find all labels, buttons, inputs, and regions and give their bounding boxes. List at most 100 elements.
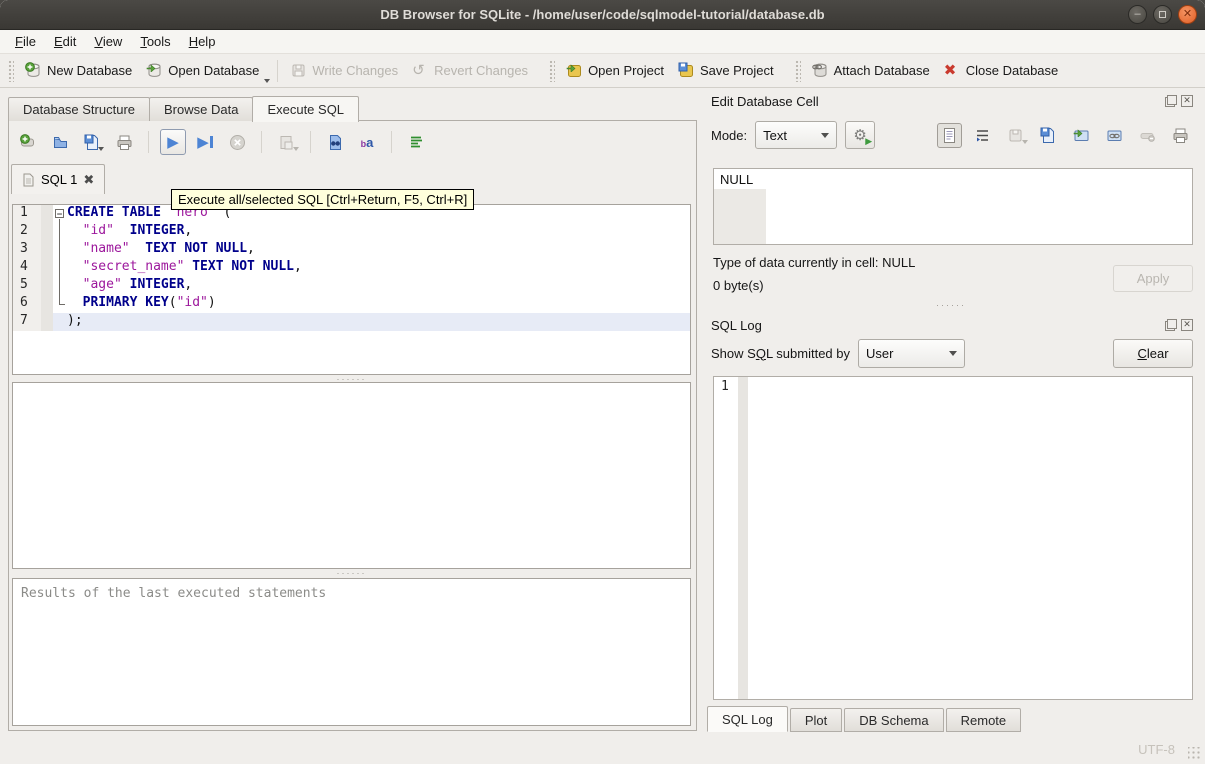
attach-database-label: Attach Database: [833, 63, 930, 78]
main-toolbar: New Database Open Database Write Changes…: [0, 54, 1205, 88]
code-line[interactable]: 2 "id" INTEGER,: [13, 223, 690, 241]
save-project-button[interactable]: Save Project: [671, 58, 781, 83]
sql-1-tab[interactable]: SQL 1 ✖: [11, 164, 106, 194]
save-results-button[interactable]: [273, 129, 299, 155]
open-database-button[interactable]: Open Database: [139, 58, 266, 83]
revert-changes-button[interactable]: ↺ Revert Changes: [405, 58, 535, 83]
attach-database-icon: [811, 62, 829, 79]
window-title: DB Browser for SQLite - /home/user/code/…: [380, 7, 825, 22]
find-replace-button[interactable]: ba: [354, 129, 380, 155]
dock-close-icon[interactable]: ✕: [1181, 319, 1193, 331]
results-message-pane[interactable]: Results of the last executed statements: [12, 578, 691, 726]
mode-apply-button[interactable]: ⚙ ▶: [845, 121, 876, 149]
stop-icon: [229, 134, 246, 151]
save-project-label: Save Project: [699, 63, 774, 78]
menu-edit[interactable]: Edit: [45, 32, 85, 51]
print-cell-button[interactable]: [1168, 123, 1193, 148]
resize-grip-icon[interactable]: [1188, 747, 1201, 760]
dock-tab-remote[interactable]: Remote: [945, 708, 1022, 732]
maximize-button[interactable]: [1153, 5, 1172, 24]
mode-select[interactable]: Text: [755, 121, 838, 149]
write-changes-button[interactable]: Write Changes: [283, 58, 405, 83]
code-line[interactable]: 7);: [13, 313, 690, 331]
cell-value-editor[interactable]: NULL: [713, 168, 1193, 245]
close-button[interactable]: ✕: [1178, 5, 1197, 24]
splitter-handle-icon: ······: [336, 568, 367, 578]
print-icon: [116, 134, 133, 151]
sql-code-editor[interactable]: 1– CREATE TABLE "hero" (2 "id" INTEGER, 3 …: [12, 204, 691, 375]
link-cell-button[interactable]: [1102, 123, 1127, 148]
dock-tab-sql-log[interactable]: SQL Log: [707, 706, 788, 732]
open-project-button[interactable]: Open Project: [559, 58, 671, 83]
close-tab-icon[interactable]: ✖: [83, 172, 94, 188]
encoding-indicator[interactable]: UTF-8: [1138, 742, 1175, 757]
import-cell-button[interactable]: [1003, 123, 1028, 148]
menu-tools[interactable]: Tools: [131, 32, 179, 51]
new-database-label: New Database: [47, 63, 133, 78]
minimize-button[interactable]: –: [1128, 5, 1147, 24]
tab-execute-sql[interactable]: Execute SQL: [252, 96, 360, 122]
log-line-number: 1: [721, 379, 729, 394]
code-line[interactable]: 5 "age" INTEGER,: [13, 277, 690, 295]
apply-button[interactable]: Apply: [1113, 265, 1193, 292]
cell-value: NULL: [720, 172, 754, 187]
close-database-button[interactable]: ✖ Close Database: [937, 58, 1066, 83]
execute-line-button[interactable]: ▶: [192, 129, 218, 155]
open-sql-file-button[interactable]: [47, 129, 73, 155]
sql-log-view[interactable]: 1: [713, 376, 1193, 700]
save-project-icon: [678, 62, 695, 79]
attach-database-button[interactable]: Attach Database: [805, 58, 937, 83]
mode-label: Mode:: [711, 127, 748, 143]
export-cell-button[interactable]: [1069, 123, 1094, 148]
menu-help[interactable]: Help: [180, 32, 225, 51]
dock-splitter-handle[interactable]: ······: [705, 300, 1197, 309]
sql-log-dock-header[interactable]: SQL Log ✕: [711, 316, 1193, 334]
app-window: DB Browser for SQLite - /home/user/code/…: [0, 0, 1205, 764]
dock-close-icon[interactable]: ✕: [1181, 95, 1193, 107]
save-results-dropdown-icon: [293, 147, 299, 151]
stop-button[interactable]: [224, 129, 250, 155]
find-button[interactable]: [322, 129, 348, 155]
dock-tab-plot[interactable]: Plot: [789, 708, 843, 732]
new-sql-tab-button[interactable]: [15, 129, 41, 155]
toolbar-grip[interactable]: [8, 59, 14, 82]
dock-float-icon[interactable]: [1165, 95, 1177, 107]
find-icon: [327, 134, 344, 151]
format-sql-button[interactable]: [403, 129, 429, 155]
save-cell-button[interactable]: [1036, 123, 1061, 148]
code-line[interactable]: 6 PRIMARY KEY("id"): [13, 295, 690, 313]
revert-changes-label: Revert Changes: [434, 63, 529, 78]
execute-all-button[interactable]: ▶: [160, 129, 186, 155]
log-gutter-strip: [738, 377, 748, 699]
code-line[interactable]: 4 "secret_name" TEXT NOT NULL,: [13, 259, 690, 277]
revert-changes-icon: ↺: [412, 62, 425, 79]
tab-browse-data[interactable]: Browse Data: [149, 97, 254, 121]
menu-view[interactable]: View: [85, 32, 131, 51]
set-null-button[interactable]: [1135, 123, 1160, 148]
close-database-icon: ✖: [943, 62, 957, 79]
log-filter-select[interactable]: User: [858, 338, 965, 368]
clear-log-button[interactable]: Clear: [1113, 338, 1193, 368]
save-sql-file-button[interactable]: [79, 129, 105, 155]
new-database-button[interactable]: New Database: [18, 58, 139, 83]
titlebar[interactable]: DB Browser for SQLite - /home/user/code/…: [0, 0, 1205, 30]
toolbar-grip[interactable]: [549, 59, 556, 82]
open-database-label: Open Database: [168, 63, 260, 78]
print-button[interactable]: [111, 129, 137, 155]
open-database-dropdown-icon[interactable]: [264, 79, 271, 83]
toolbar-separator: [277, 59, 279, 82]
menu-file[interactable]: File: [6, 32, 45, 51]
execute-line-icon: ▶: [197, 134, 209, 151]
dock-tab-db-schema[interactable]: DB Schema: [844, 708, 944, 732]
dock-float-icon[interactable]: [1165, 319, 1177, 331]
splitter-handle[interactable]: ······: [12, 568, 691, 578]
tab-database-structure[interactable]: Database Structure: [8, 97, 151, 121]
code-line[interactable]: 3 "name" TEXT NOT NULL,: [13, 241, 690, 259]
main-tabbar: Database Structure Browse Data Execute S…: [8, 95, 697, 122]
word-wrap-button[interactable]: [970, 123, 995, 148]
write-changes-label: Write Changes: [312, 63, 399, 78]
text-mode-button[interactable]: [937, 122, 962, 148]
edit-cell-toolbar: Mode: Text ⚙ ▶: [711, 120, 1193, 150]
toolbar-grip[interactable]: [794, 59, 801, 82]
edit-cell-dock-header[interactable]: Edit Database Cell ✕: [711, 92, 1193, 110]
